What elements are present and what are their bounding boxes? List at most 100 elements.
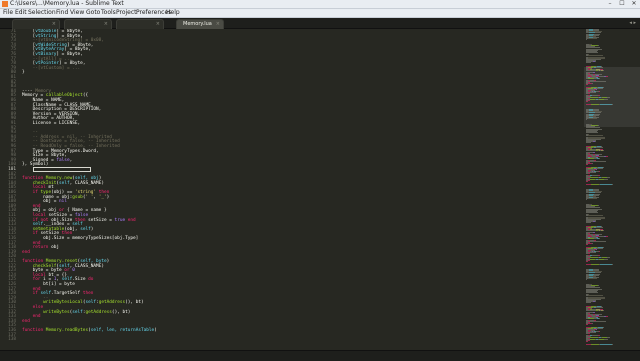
minimap-line [590,336,598,338]
tab-file-1[interactable]: × [12,19,60,29]
minimap-line [600,128,602,130]
minimap-line [590,96,598,98]
minimap-line [597,194,599,196]
minimap-line [586,244,588,246]
minimap-line [597,334,600,336]
close-icon[interactable]: × [104,20,108,29]
code-editor[interactable]: 71 [vtDouble] = 8byte, 72 [vtString] = 8b… [0,29,580,350]
minimap-line [604,259,608,261]
minimap-line [599,263,612,265]
minimap-line [586,62,591,64]
minimap-line [600,48,602,50]
minimap-line [605,76,608,78]
status-bar [0,350,640,361]
minimap-line [591,163,593,165]
menu-find[interactable]: Find [56,9,68,17]
menu-goto[interactable]: Goto [86,9,100,17]
minimap-line [611,343,613,345]
minimap[interactable] [584,29,640,350]
close-button[interactable]: ✕ [628,0,640,8]
minimap-line [602,230,604,232]
tab-memory-lua[interactable]: Memory.lua × [176,19,224,29]
minimap-line [599,113,600,115]
close-icon[interactable]: × [52,20,56,29]
tab-scroll-arrows-icon[interactable]: ◂ ▸ [629,19,636,28]
minimap-line [601,247,603,249]
minimap-line [611,183,613,185]
minimap-line [595,168,597,170]
minimap-line [586,119,587,121]
minimap-line [591,83,593,85]
minimap-line [597,205,599,207]
minimap-line [596,132,598,133]
minimap-line [599,331,600,333]
minimap-line [595,328,597,330]
minimap-line [605,236,608,238]
minimize-button[interactable]: – [604,0,616,8]
minimap-line [601,167,603,169]
minimap-line [601,146,603,148]
minimap-line [595,301,596,303]
minimap-line [602,70,604,72]
minimap-line [597,114,599,116]
minimap-line [599,238,600,240]
tab-label: Memory.lua [183,21,212,27]
minimap-line [591,243,593,245]
minimap-line [602,246,604,248]
line-number: 138 [8,337,16,343]
sublime-text-icon [2,1,8,7]
minimap-line [604,99,608,101]
minimap-line [593,71,595,73]
minimap-line [596,292,598,293]
minimap-line [605,316,608,318]
minimap-line [599,183,612,185]
window-title: C:\Users\...\Memory.lua - Sublime Text [10,0,124,7]
menu-tools[interactable]: Tools [101,9,116,17]
minimap-line [590,103,599,105]
maximize-button[interactable]: ☐ [616,0,628,8]
tab-file-2[interactable]: × [64,19,112,29]
minimap-line [596,49,598,51]
minimap-line [588,340,590,342]
tab-file-3[interactable]: × [116,19,164,29]
minimap-line [599,78,600,80]
minimap-line [586,164,588,166]
close-icon[interactable]: × [216,20,220,29]
minimap-line [596,52,598,53]
minimap-line [601,87,603,89]
code-line[interactable]: 138 [0,337,580,342]
menu-selection[interactable]: Selection [28,9,56,17]
menu-view[interactable]: View [70,9,84,17]
minimap-line [590,176,598,178]
minimap-line [600,288,602,290]
minimap-line [593,311,595,313]
minimap-line [588,38,597,40]
minimap-line [586,52,593,53]
menu-file[interactable]: File [3,9,13,17]
menu-help[interactable]: Help [166,9,180,17]
minimap-line [599,91,600,93]
minimap-line [606,176,610,178]
minimap-line [597,274,599,276]
minimap-line [598,117,599,119]
minimap-line [588,278,597,280]
minimap-line [590,343,599,345]
minimap-line [596,209,598,211]
minimap-line [588,118,597,120]
minimap-line [602,326,604,328]
minimap-line [600,218,601,220]
close-icon[interactable]: × [156,20,160,29]
menu-project[interactable]: Project [116,9,137,17]
minimap-line [586,279,587,281]
minimap-line [600,138,601,140]
minimap-line [604,339,608,341]
menu-edit[interactable]: Edit [15,9,27,17]
minimap-line [590,183,599,185]
minimap-line [597,285,599,287]
minimap-line [602,86,604,88]
minimap-line [599,103,612,105]
minimap-line [600,58,601,60]
minimap-line [590,256,598,258]
minimap-line [597,254,600,256]
minimap-line [606,96,610,98]
